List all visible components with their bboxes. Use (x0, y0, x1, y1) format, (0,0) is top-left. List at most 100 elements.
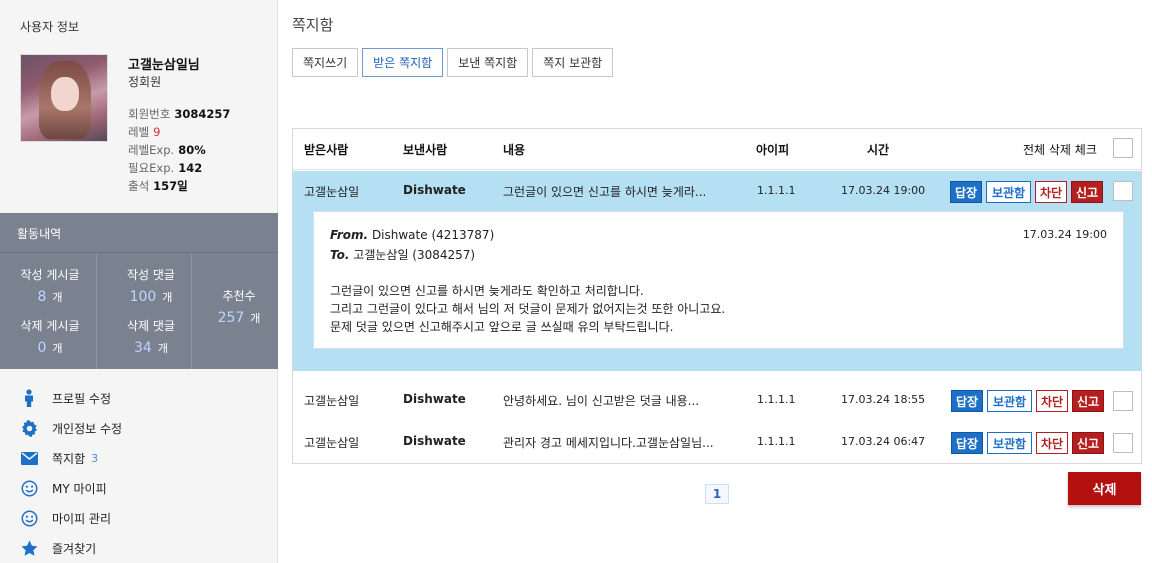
stat-value: 80% (178, 143, 206, 157)
row-receiver: 고갤눈삼일 (304, 436, 360, 450)
row-receiver: 고갤눈삼일 (304, 394, 360, 408)
row-content[interactable]: 안녕하세요. 님이 신고받은 덧글 내용... (503, 392, 699, 409)
row-content[interactable]: 관리자 경고 메세지입니다.고갤눈삼일님... (503, 434, 714, 451)
stat-label: 회원번호 (128, 107, 171, 121)
reply-button[interactable]: 답장 (950, 181, 982, 203)
activity-value: 257 (217, 310, 245, 326)
user-info-title: 사용자 정보 (20, 20, 80, 34)
select-all-label: 전체 삭제 체크 (1023, 143, 1097, 157)
menu-profile-edit[interactable]: 프로필 수정 (0, 383, 278, 413)
gear-icon (20, 419, 38, 437)
col-time: 시간 (867, 143, 890, 157)
menu-label: 즐겨찾기 (52, 541, 97, 556)
col-content: 내용 (503, 143, 526, 157)
from-value: Dishwate (4213787) (371, 228, 495, 242)
activity-value: 34 (134, 340, 152, 356)
menu-label: 프로필 수정 (52, 391, 112, 406)
tab-inbox[interactable]: 받은 쪽지함 (362, 48, 444, 77)
select-all-checkbox[interactable] (1113, 138, 1133, 158)
tab-sent[interactable]: 보낸 쪽지함 (447, 48, 529, 77)
row-time: 17.03.24 18:55 (841, 393, 926, 406)
user-grade: 정회원 (128, 75, 162, 89)
activity-comments-count: 100 개 (104, 289, 198, 305)
smiley-icon (20, 479, 38, 497)
row-sender[interactable]: Dishwate (403, 434, 466, 448)
stat-required-exp: 필요Exp. 142 (128, 160, 202, 176)
row-checkbox[interactable] (1113, 181, 1133, 201)
block-button[interactable]: 차단 (1036, 432, 1068, 454)
detail-from: From. Dishwate (4213787) (330, 228, 494, 242)
row-time: 17.03.24 06:47 (841, 435, 926, 448)
activity-posts: 작성 게시글 8개 (10, 266, 90, 305)
table-row[interactable]: 고갤눈삼일 Dishwate 안녕하세요. 님이 신고받은 덧글 내용... 1… (293, 380, 1141, 420)
message-tabs: 쪽지쓰기 받은 쪽지함 보낸 쪽지함 쪽지 보관함 (292, 48, 614, 77)
tab-archive[interactable]: 쪽지 보관함 (532, 48, 614, 77)
activity-deleted-comments-count: 34 개 (104, 340, 198, 356)
avatar (20, 54, 108, 142)
stat-value: 142 (178, 161, 203, 175)
table-row[interactable]: 고갤눈삼일 Dishwate 관리자 경고 메세지입니다.고갤눈삼일님... 1… (293, 422, 1141, 462)
report-button[interactable]: 신고 (1071, 181, 1103, 203)
stat-label: 레벨Exp. (128, 143, 175, 157)
row-ip: 1.1.1.1 (757, 184, 796, 197)
archive-button[interactable]: 보관함 (986, 181, 1031, 203)
activity-unit: 개 (52, 342, 63, 355)
menu-message-box[interactable]: 쪽지함 3 (0, 443, 278, 473)
menu-label: 쪽지함 (52, 451, 86, 466)
row-sender[interactable]: Dishwate (403, 183, 466, 197)
delete-button[interactable]: 삭제 (1068, 472, 1141, 505)
block-button[interactable]: 차단 (1036, 390, 1068, 412)
detail-body-line: 문제 덧글 있으면 신고해주시고 앞으로 글 쓰실때 유의 부탁드립니다. (330, 320, 674, 334)
person-icon (20, 389, 38, 407)
activity-value: 8 (37, 289, 47, 305)
to-label: To. (330, 248, 350, 262)
page-1-link[interactable]: 1 (705, 484, 729, 504)
activity-recommend-count: 257 개 (200, 310, 278, 326)
menu-mypi-manage[interactable]: 마이피 관리 (0, 503, 278, 533)
archive-button[interactable]: 보관함 (987, 390, 1032, 412)
detail-time: 17.03.24 19:00 (1022, 228, 1107, 241)
col-receiver: 받은사람 (304, 143, 349, 157)
activity-unit: 개 (162, 291, 173, 304)
menu-label: 개인정보 수정 (52, 421, 123, 436)
report-button[interactable]: 신고 (1072, 390, 1104, 412)
table-row[interactable]: 고갤눈삼일 Dishwate 그런글이 있으면 신고를 하시면 늦게라... 1… (293, 171, 1141, 371)
activity-title: 활동내역 (0, 213, 278, 253)
stat-member-number: 회원번호 3084257 (128, 106, 230, 122)
reply-button[interactable]: 답장 (951, 390, 983, 412)
row-ip: 1.1.1.1 (757, 393, 796, 406)
menu-label: 마이피 관리 (52, 511, 112, 526)
activity-posts-count: 8개 (10, 289, 90, 305)
stat-label: 필요Exp. (128, 161, 175, 175)
page-title: 쪽지함 (292, 16, 334, 34)
from-label: From. (330, 228, 369, 242)
reply-button[interactable]: 답장 (951, 432, 983, 454)
activity-label: 추천수 (222, 289, 256, 303)
row-checkbox[interactable] (1113, 391, 1133, 411)
block-button[interactable]: 차단 (1035, 181, 1067, 203)
row-time: 17.03.24 19:00 (841, 184, 926, 197)
table-header: 받은사람 보낸사람 내용 아이피 시간 전체 삭제 체크 (293, 129, 1141, 170)
sidebar: 사용자 정보 고갤눈삼일님 정회원 회원번호 3084257 레벨 9 레벨Exp.… (0, 0, 278, 563)
activity-label: 삭제 댓글 (127, 319, 175, 333)
detail-body-line: 그리고 그런글이 있다고 해서 님의 저 덧글이 문제가 없어지는것 또한 아니… (330, 302, 726, 316)
row-content[interactable]: 그런글이 있으면 신고를 하시면 늦게라... (503, 183, 706, 200)
row-ip: 1.1.1.1 (757, 435, 796, 448)
archive-button[interactable]: 보관함 (987, 432, 1032, 454)
activity-comments: 작성 댓글 100 개 (104, 266, 198, 305)
activity-divider (96, 254, 97, 369)
stat-value: 3084257 (174, 107, 231, 121)
menu-privacy-edit[interactable]: 개인정보 수정 (0, 413, 278, 443)
avatar-face (51, 77, 79, 111)
activity-label: 작성 게시글 (20, 268, 80, 282)
menu-bookmarks[interactable]: 즐겨찾기 (0, 533, 278, 563)
menu-my-mypi[interactable]: MY 마이피 (0, 473, 278, 503)
report-button[interactable]: 신고 (1072, 432, 1104, 454)
tab-write[interactable]: 쪽지쓰기 (292, 48, 359, 77)
row-sender[interactable]: Dishwate (403, 392, 466, 406)
activity-deleted-posts-count: 0개 (10, 340, 90, 356)
activity-deleted-comments: 삭제 댓글 34 개 (104, 317, 198, 356)
message-count-badge: 3 (91, 451, 99, 465)
activity-unit: 개 (157, 342, 168, 355)
row-checkbox[interactable] (1113, 433, 1133, 453)
